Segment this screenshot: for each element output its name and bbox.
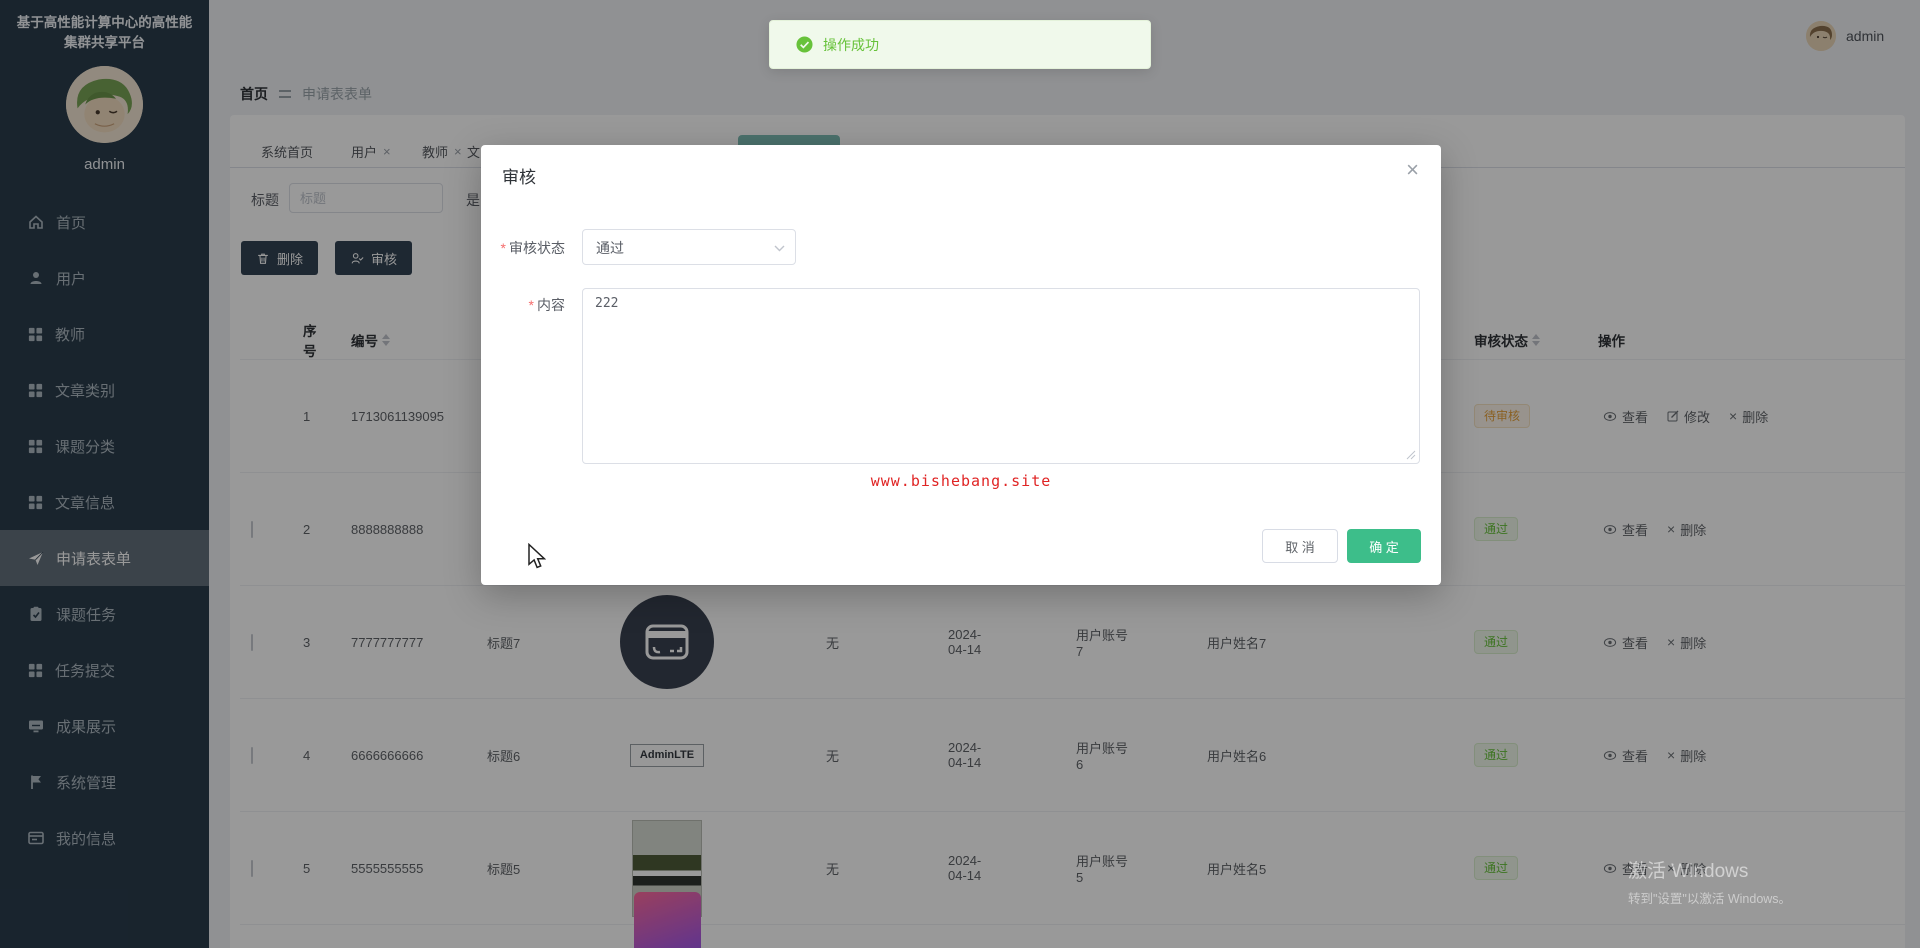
required-asterisk: *	[500, 240, 506, 256]
required-asterisk: *	[528, 297, 534, 313]
toast-message: 操作成功	[823, 36, 879, 53]
confirm-button[interactable]: 确 定	[1347, 529, 1421, 563]
watermark-link[interactable]: www.bishebang.site	[481, 472, 1441, 490]
screen: 基于高性能计算中心的高性能集群共享平台 admin 首页 用户 教师 文章类别 …	[0, 0, 1920, 948]
cancel-button[interactable]: 取 消	[1262, 529, 1338, 563]
success-toast: 操作成功	[769, 20, 1151, 69]
success-check-icon	[796, 36, 813, 53]
dialog-title: 审核	[502, 168, 536, 187]
dialog-close-icon[interactable]: ×	[1406, 159, 1419, 181]
review-status-select[interactable]: 通过	[582, 229, 796, 265]
review-status-label: * 审核状态	[500, 240, 565, 256]
content-textarea[interactable]: 222	[582, 288, 1420, 464]
review-dialog: 审核 × * 审核状态 通过 * 内容 222 www.bishebang.site…	[481, 145, 1441, 585]
content-label: * 内容	[528, 297, 565, 313]
chevron-down-icon	[774, 245, 785, 252]
review-status-value: 通过	[596, 240, 624, 256]
